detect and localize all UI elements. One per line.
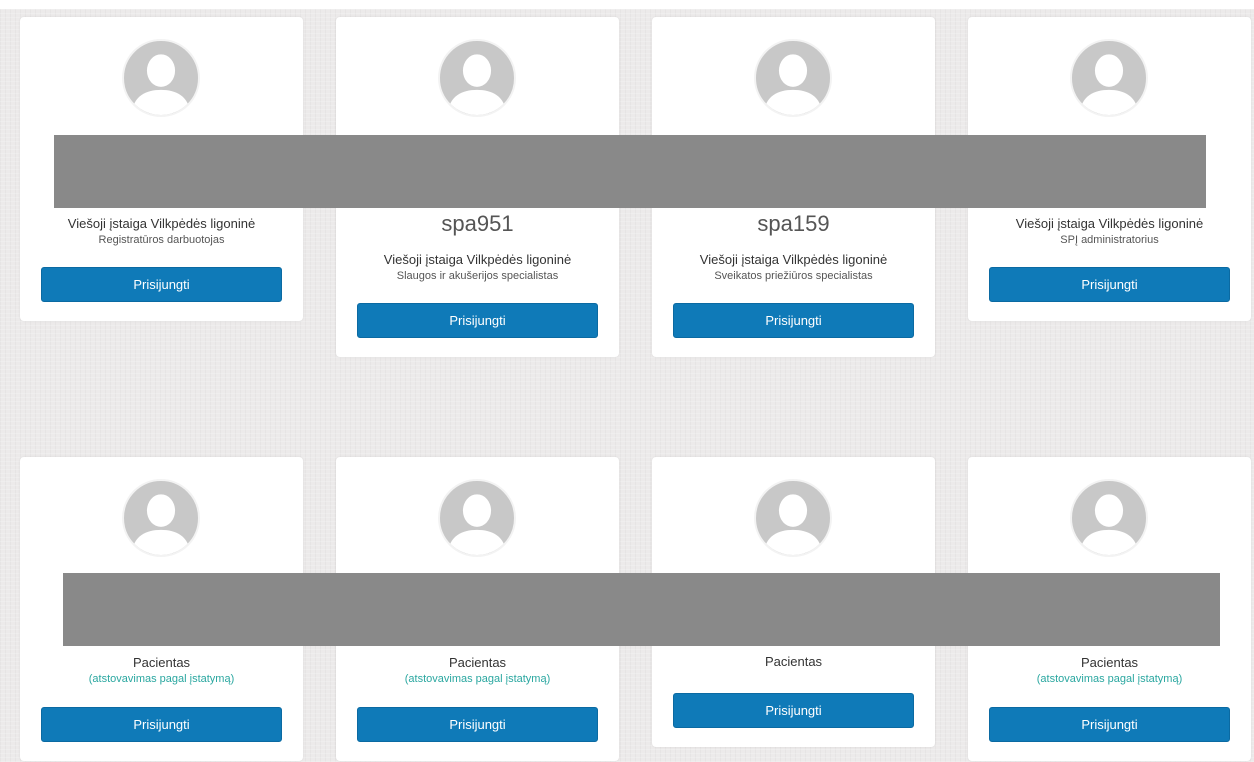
role-label: SPĮ administratorius xyxy=(1060,234,1159,246)
avatar-placeholder-icon xyxy=(754,479,832,557)
role-label: Registratūros darbuotojas xyxy=(98,234,225,246)
organization-name: Viešoji įstaiga Vilkpėdės ligoninė xyxy=(383,252,572,267)
top-strip xyxy=(0,0,1254,9)
login-button[interactable]: Prisijungti xyxy=(357,707,598,742)
login-button[interactable]: Prisijungti xyxy=(989,707,1230,742)
avatar-placeholder-icon xyxy=(438,39,516,117)
organization-name: Viešoji įstaiga Vilkpėdės ligoninė xyxy=(67,216,256,231)
role-label: Sveikatos priežiūros specialistas xyxy=(714,270,873,282)
login-button[interactable]: Prisijungti xyxy=(673,303,914,338)
login-button[interactable]: Prisijungti xyxy=(673,693,914,728)
login-button[interactable]: Prisijungti xyxy=(989,267,1230,302)
representation-link[interactable]: (atstovavimas pagal įstatymą) xyxy=(336,673,619,685)
patient-label: Pacientas xyxy=(764,654,823,669)
username: spa951 xyxy=(441,211,514,236)
redaction-bar xyxy=(54,135,1206,208)
patient-label: Pacientas xyxy=(448,655,507,670)
representation-link[interactable]: (atstovavimas pagal įstatymą) xyxy=(20,673,303,685)
patient-label: Pacientas xyxy=(1080,655,1139,670)
login-button[interactable]: Prisijungti xyxy=(41,267,282,302)
avatar-placeholder-icon xyxy=(1070,479,1148,557)
patient-label: Pacientas xyxy=(132,655,191,670)
username: spa159 xyxy=(757,211,830,236)
login-button[interactable]: Prisijungti xyxy=(41,707,282,742)
organization-name: Viešoji įstaiga Vilkpėdės ligoninė xyxy=(699,252,888,267)
avatar-placeholder-icon xyxy=(1070,39,1148,117)
avatar-placeholder-icon xyxy=(438,479,516,557)
avatar-placeholder-icon xyxy=(754,39,832,117)
role-label: Slaugos ir akušerijos specialistas xyxy=(396,270,559,282)
avatar-placeholder-icon xyxy=(122,39,200,117)
representation-link[interactable]: (atstovavimas pagal įstatymą) xyxy=(968,673,1251,685)
redaction-bar xyxy=(63,573,1220,646)
avatar-placeholder-icon xyxy=(122,479,200,557)
organization-name: Viešoji įstaiga Vilkpėdės ligoninė xyxy=(1015,216,1204,231)
login-button[interactable]: Prisijungti xyxy=(357,303,598,338)
